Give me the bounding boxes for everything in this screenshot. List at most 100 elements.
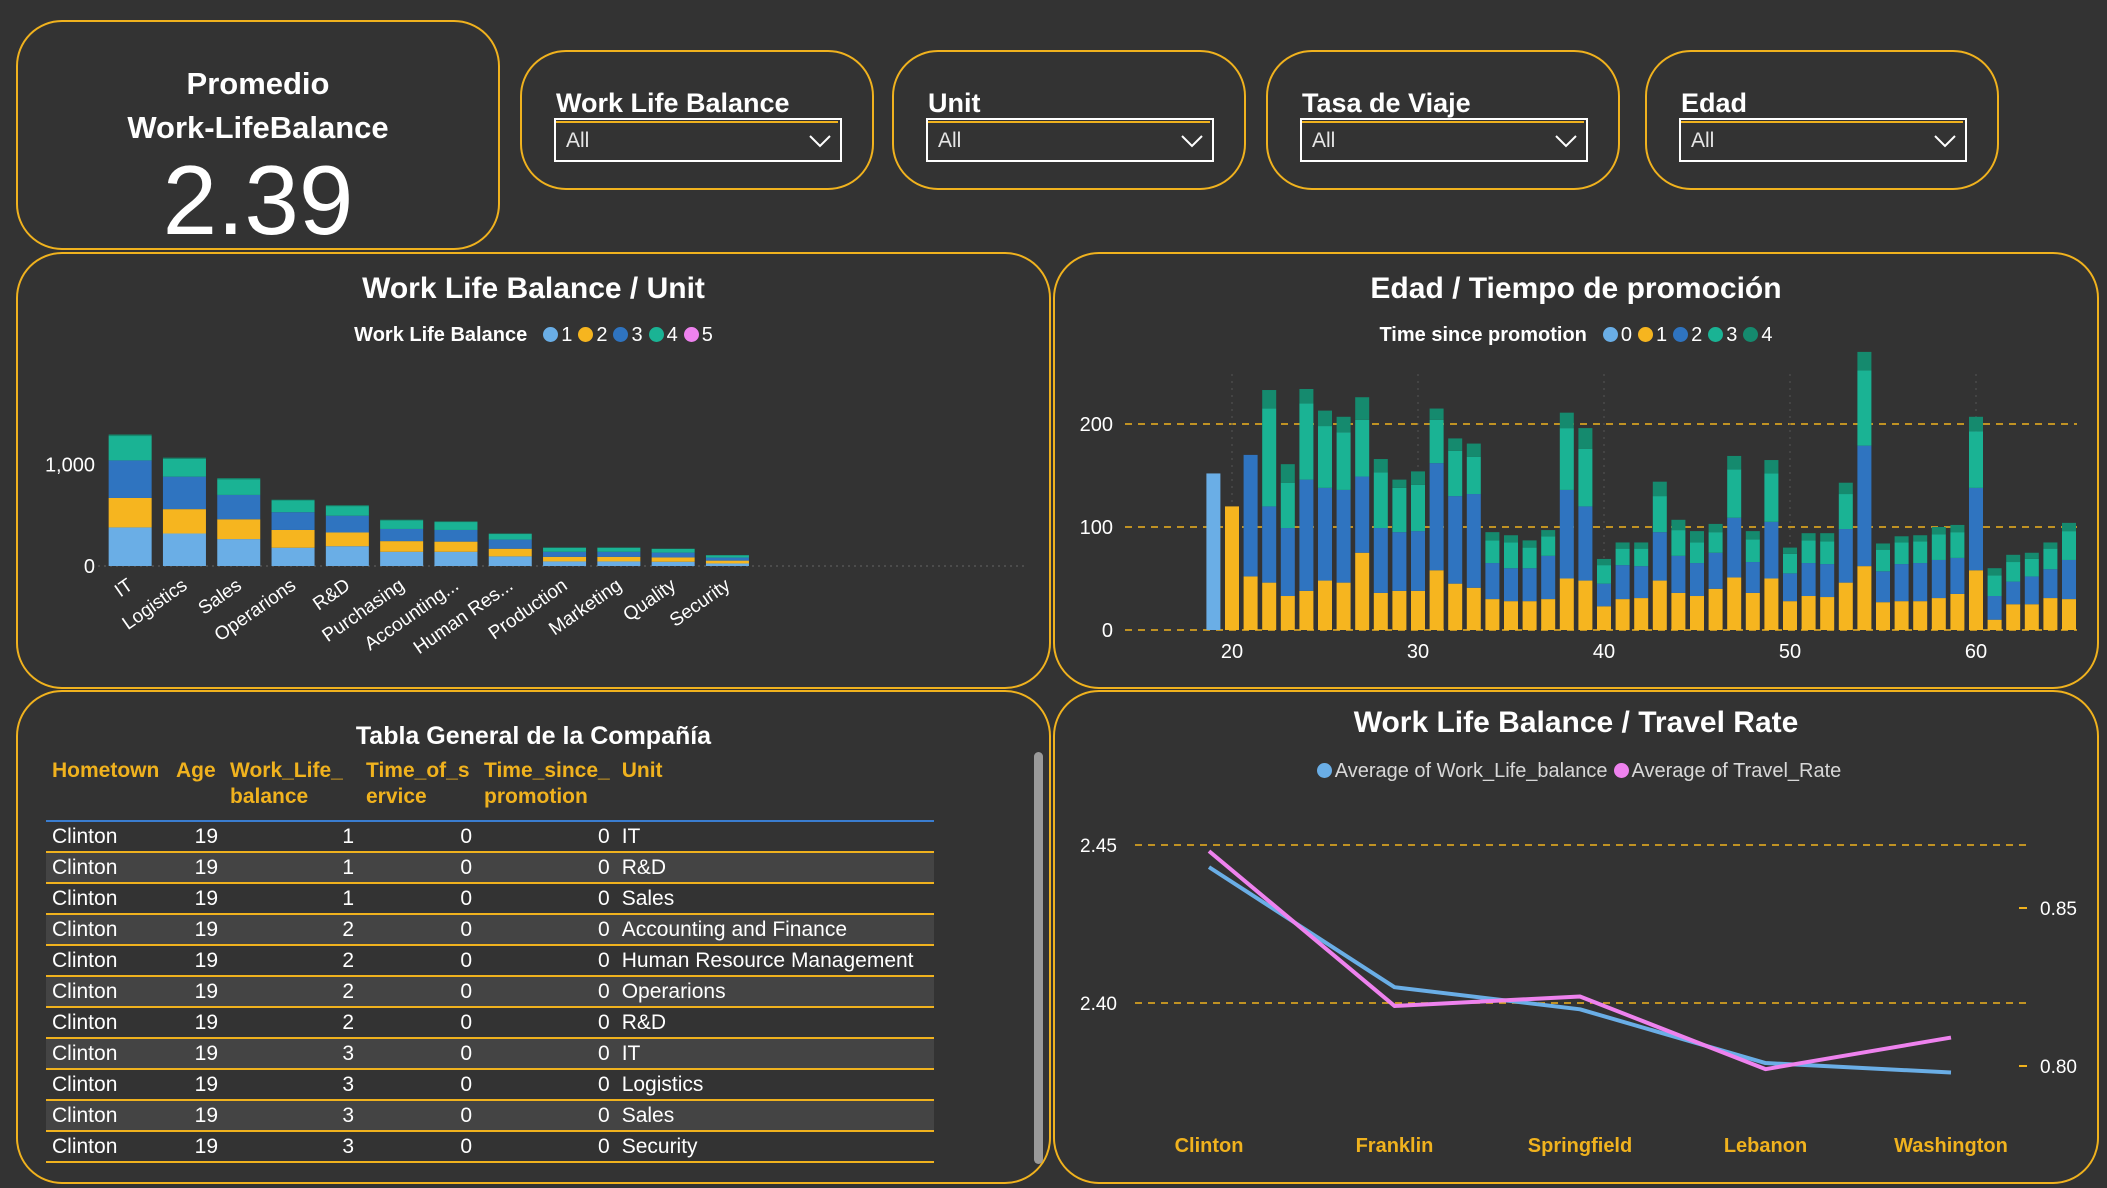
- bar-segment[interactable]: [1987, 619, 2002, 630]
- bar-segment[interactable]: [1262, 408, 1277, 507]
- bar-segment[interactable]: [1615, 542, 1630, 549]
- bar-segment[interactable]: [1931, 559, 1946, 599]
- bar-segment[interactable]: [705, 560, 749, 564]
- bar-segment[interactable]: [1690, 563, 1704, 597]
- bar-segment[interactable]: [271, 500, 315, 513]
- bar-segment[interactable]: [705, 563, 749, 566]
- bar-segment[interactable]: [162, 457, 206, 459]
- bar-segment[interactable]: [2043, 542, 2058, 549]
- bar-segment[interactable]: [1466, 456, 1481, 495]
- bar-segment[interactable]: [1634, 548, 1649, 567]
- bar-segment[interactable]: [651, 557, 695, 562]
- bar-segment[interactable]: [325, 506, 369, 516]
- bar-segment[interactable]: [1448, 496, 1463, 584]
- bar-segment[interactable]: [1318, 487, 1332, 581]
- bar-segment[interactable]: [1894, 536, 1909, 543]
- bar-segment[interactable]: [488, 539, 532, 549]
- bar-segment[interactable]: [380, 551, 424, 566]
- bar-segment[interactable]: [1504, 568, 1518, 602]
- bar-segment[interactable]: [1727, 517, 1742, 578]
- bar-segment[interactable]: [2024, 576, 2039, 605]
- bar-segment[interactable]: [1355, 552, 1370, 630]
- bar-segment[interactable]: [1541, 555, 1556, 600]
- bar-segment[interactable]: [1541, 599, 1556, 630]
- bar-segment[interactable]: [651, 548, 695, 553]
- bar-segment[interactable]: [1299, 479, 1314, 591]
- bar-segment[interactable]: [1857, 351, 1872, 371]
- bar-segment[interactable]: [1838, 529, 1853, 583]
- bar-segment[interactable]: [1783, 553, 1797, 574]
- bar-segment[interactable]: [108, 434, 152, 437]
- bar-segment[interactable]: [2043, 548, 2058, 570]
- bar-segment[interactable]: [1522, 547, 1537, 569]
- bar-segment[interactable]: [1950, 593, 1965, 630]
- column-header-hometown[interactable]: Hometown: [46, 750, 170, 822]
- bar-segment[interactable]: [380, 519, 424, 521]
- bar-segment[interactable]: [1876, 549, 1890, 572]
- bar-segment[interactable]: [1318, 426, 1332, 488]
- bar-segment[interactable]: [217, 479, 261, 495]
- bar-segment[interactable]: [217, 539, 261, 566]
- bar-segment[interactable]: [1225, 506, 1239, 630]
- series-line-travel-rate[interactable]: [1207, 849, 1952, 1072]
- bar-segment[interactable]: [1801, 563, 1816, 597]
- bar-segment[interactable]: [1950, 524, 1965, 533]
- bar-segment[interactable]: [1764, 473, 1779, 522]
- slicer-dropdown[interactable]: All: [926, 118, 1214, 162]
- bar-segment[interactable]: [597, 556, 641, 562]
- bar-segment[interactable]: [1727, 469, 1742, 518]
- bar-segment[interactable]: [1671, 592, 1686, 630]
- column-header-work-life-balance[interactable]: Work_Life_ balance: [224, 750, 360, 822]
- bar-segment[interactable]: [1913, 601, 1928, 630]
- bar-segment[interactable]: [1578, 428, 1593, 449]
- bar-segment[interactable]: [1764, 578, 1779, 631]
- bar-segment[interactable]: [1541, 530, 1556, 537]
- bar-segment[interactable]: [325, 515, 369, 533]
- bar-segment[interactable]: [2024, 552, 2039, 559]
- bar-segment[interactable]: [543, 547, 587, 552]
- bar-segment[interactable]: [1969, 416, 1983, 432]
- bar-segment[interactable]: [1987, 568, 2002, 576]
- bar-segment[interactable]: [1411, 531, 1425, 591]
- bar-segment[interactable]: [1243, 454, 1258, 577]
- bar-segment[interactable]: [1894, 564, 1909, 602]
- bar-segment[interactable]: [1355, 397, 1370, 420]
- bar-segment[interactable]: [1894, 601, 1909, 630]
- bar-segment[interactable]: [488, 556, 532, 566]
- bar-segment[interactable]: [1243, 576, 1258, 630]
- bar-segment[interactable]: [1559, 428, 1574, 490]
- bar-segment[interactable]: [162, 533, 206, 566]
- bar-segment[interactable]: [271, 512, 315, 530]
- bar-segment[interactable]: [1820, 533, 1835, 542]
- bar-segment[interactable]: [380, 541, 424, 552]
- bar-segment[interactable]: [597, 561, 641, 566]
- bar-segment[interactable]: [597, 551, 641, 557]
- bar-segment[interactable]: [325, 505, 369, 507]
- bar-segment[interactable]: [162, 509, 206, 534]
- bar-segment[interactable]: [2006, 562, 2021, 582]
- series-line-work-life-balance[interactable]: [1207, 865, 1952, 1075]
- bar-segment[interactable]: [1931, 598, 1946, 630]
- bar-segment[interactable]: [488, 533, 532, 535]
- bar-segment[interactable]: [1745, 562, 1760, 593]
- bar-segment[interactable]: [651, 552, 695, 558]
- bar-segment[interactable]: [1522, 601, 1537, 630]
- bar-segment[interactable]: [1615, 565, 1630, 600]
- bar-segment[interactable]: [108, 436, 152, 461]
- bar-segment[interactable]: [1783, 547, 1797, 554]
- bar-segment[interactable]: [1913, 563, 1928, 602]
- bar-segment[interactable]: [1597, 558, 1611, 566]
- bar-segment[interactable]: [434, 529, 478, 542]
- bar-segment[interactable]: [2006, 554, 2021, 563]
- bar-segment[interactable]: [434, 521, 478, 523]
- bar-segment[interactable]: [1820, 564, 1835, 598]
- bar-segment[interactable]: [651, 561, 695, 566]
- bar-segment[interactable]: [1318, 580, 1332, 630]
- bar-segment[interactable]: [1280, 528, 1295, 597]
- bar-segment[interactable]: [380, 528, 424, 542]
- bar-segment[interactable]: [434, 541, 478, 552]
- bar-segment[interactable]: [1652, 496, 1667, 533]
- bar-segment[interactable]: [1708, 523, 1723, 533]
- bar-segment[interactable]: [1485, 599, 1500, 630]
- bar-segment[interactable]: [1690, 596, 1704, 630]
